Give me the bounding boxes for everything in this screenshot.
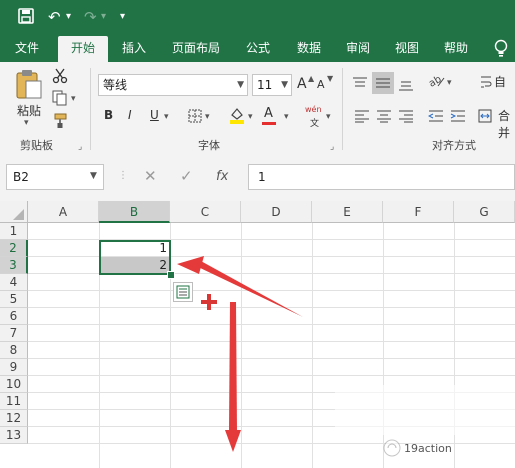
watermark-logo [383,439,401,457]
arrow-down [225,302,241,452]
arrow-to-fill-handle [177,256,303,317]
watermark-text: 19action [404,442,452,455]
watermark-smudge [335,385,515,435]
